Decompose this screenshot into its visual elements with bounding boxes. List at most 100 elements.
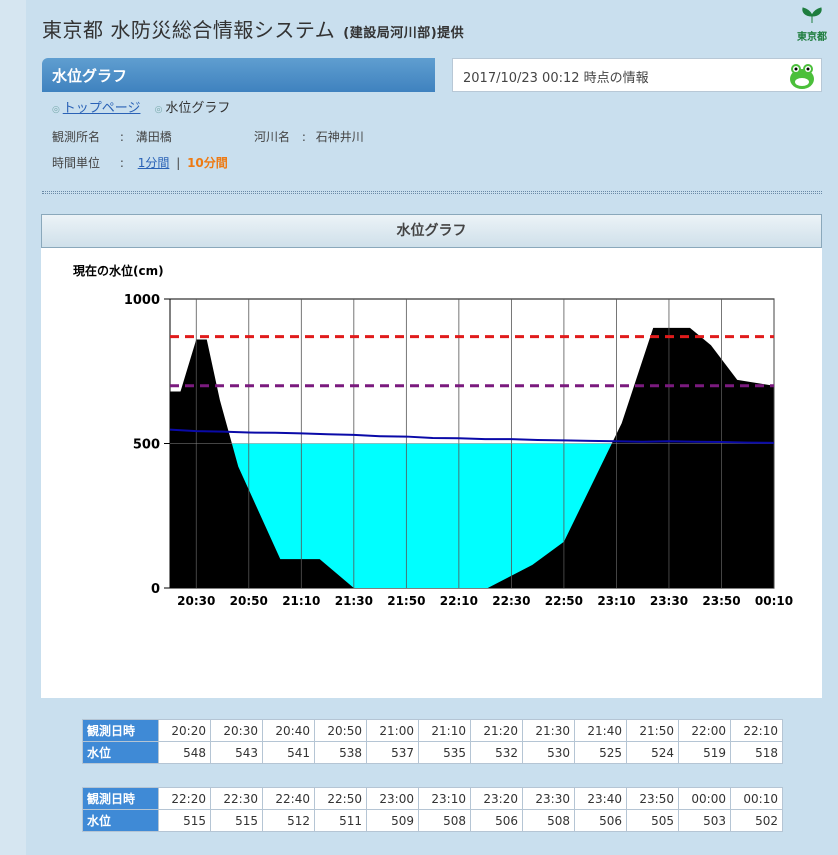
info-timestamp: 2017/10/23 00:12 時点の情報 bbox=[463, 71, 649, 86]
table-cell-level: 530 bbox=[522, 741, 575, 764]
table-cell-level: 515 bbox=[158, 809, 211, 832]
table-cell-level: 512 bbox=[262, 809, 315, 832]
table-cell-time: 22:50 bbox=[314, 787, 367, 810]
table-cell-level: 525 bbox=[574, 741, 627, 764]
table-cell-level: 515 bbox=[210, 809, 263, 832]
table-cell-level: 532 bbox=[470, 741, 523, 764]
table-cell-level: 541 bbox=[262, 741, 315, 764]
table-header-time: 観測日時 bbox=[82, 787, 159, 810]
unit-1min-link[interactable]: 1分間 bbox=[138, 156, 170, 170]
data-table-2: 観測日時 22:20 22:30 22:40 22:50 23:00 23:10 23:20… bbox=[82, 787, 783, 832]
page-title: 水位グラフ bbox=[52, 67, 128, 85]
table-cell-time: 23:20 bbox=[470, 787, 523, 810]
table-cell-time: 23:00 bbox=[366, 787, 419, 810]
table-cell-level: 548 bbox=[158, 741, 211, 764]
table-cell-level: 509 bbox=[366, 809, 419, 832]
section-divider bbox=[42, 191, 822, 194]
station-name-value: 溝田橋 bbox=[135, 130, 172, 144]
table-cell-time: 00:00 bbox=[678, 787, 731, 810]
table-row-levels: 水位 515 515 512 511 509 508 506 508 506 505 503 502 bbox=[82, 809, 783, 832]
table-cell-level: 518 bbox=[730, 741, 783, 764]
data-table-1: 観測日時 20:20 20:30 20:40 20:50 21:00 21:10 21:20… bbox=[82, 719, 783, 764]
x-tick-label: 21:10 bbox=[282, 594, 320, 608]
table-cell-time: 22:20 bbox=[158, 787, 211, 810]
table-cell-time: 21:50 bbox=[626, 719, 679, 742]
table-cell-level: 503 bbox=[678, 809, 731, 832]
x-tick-label: 22:30 bbox=[492, 594, 530, 608]
table-cell-time: 21:40 bbox=[574, 719, 627, 742]
table-header-level: 水位 bbox=[82, 741, 159, 764]
table-cell-time: 20:30 bbox=[210, 719, 263, 742]
table-cell-level: 538 bbox=[314, 741, 367, 764]
station-name-colon: : bbox=[119, 130, 124, 144]
x-tick-label: 21:30 bbox=[335, 594, 373, 608]
table-cell-time: 22:10 bbox=[730, 719, 783, 742]
x-tick-label: 20:50 bbox=[230, 594, 268, 608]
breadcrumb-item-top[interactable]: トップページ bbox=[52, 101, 140, 116]
y-tick-label: 0 bbox=[151, 582, 160, 597]
x-tick-label: 00:10 bbox=[755, 594, 793, 608]
table-cell-time: 21:00 bbox=[366, 719, 419, 742]
table-row-times: 観測日時 22:20 22:30 22:40 22:50 23:00 23:10 23:20… bbox=[82, 787, 783, 810]
logo-name: 東京都 bbox=[797, 32, 827, 43]
table-cell-time: 20:20 bbox=[158, 719, 211, 742]
provider-text: (建設局河川部)提供 bbox=[343, 26, 465, 41]
table-cell-level: 502 bbox=[730, 809, 783, 832]
table-cell-level: 543 bbox=[210, 741, 263, 764]
unit-10min-selected: 10分間 bbox=[187, 156, 228, 170]
table-cell-time: 23:30 bbox=[522, 787, 575, 810]
time-unit-row: 時間単位 : 1分間 | 10分間 bbox=[52, 154, 228, 171]
table-cell-time: 23:40 bbox=[574, 787, 627, 810]
table-cell-time: 20:50 bbox=[314, 719, 367, 742]
page-title-band: 水位グラフ bbox=[42, 58, 435, 92]
time-unit-label: 時間単位 bbox=[52, 156, 101, 170]
table-cell-level: 524 bbox=[626, 741, 679, 764]
river-name-row: 河川名 : 石神井川 bbox=[254, 128, 364, 145]
y-tick-label: 500 bbox=[133, 438, 160, 453]
table-cell-level: 506 bbox=[470, 809, 523, 832]
table-cell-time: 20:40 bbox=[262, 719, 315, 742]
table-cell-time: 22:40 bbox=[262, 787, 315, 810]
table-cell-level: 537 bbox=[366, 741, 419, 764]
site-title-text: 東京都 水防災総合情報システム bbox=[42, 18, 336, 42]
table-cell-time: 22:00 bbox=[678, 719, 731, 742]
x-tick-label: 20:30 bbox=[177, 594, 215, 608]
table-cell-level: 508 bbox=[418, 809, 471, 832]
table-cell-level: 535 bbox=[418, 741, 471, 764]
graph-panel: 水位グラフ 0 500 1000 20:30 20:50 21:10 21:30 21:50 2… bbox=[41, 214, 822, 698]
table-cell-time: 22:30 bbox=[210, 787, 263, 810]
breadcrumb-link-top[interactable]: トップページ bbox=[63, 101, 141, 116]
breadcrumb: トップページ 水位グラフ bbox=[52, 97, 240, 116]
water-level-chart: 0 500 1000 20:30 20:50 21:10 21:30 21:50 22:10 22… bbox=[73, 263, 793, 608]
x-tick-label: 21:50 bbox=[387, 594, 425, 608]
time-unit-colon: : bbox=[119, 156, 124, 170]
ginkgo-leaf-icon bbox=[802, 7, 822, 23]
frog-mascot-icon bbox=[790, 64, 814, 89]
table-cell-level: 511 bbox=[314, 809, 367, 832]
table-header-level: 水位 bbox=[82, 809, 159, 832]
x-tick-label: 23:30 bbox=[650, 594, 688, 608]
table-cell-time: 21:30 bbox=[522, 719, 575, 742]
table-cell-level: 506 bbox=[574, 809, 627, 832]
table-cell-time: 21:10 bbox=[418, 719, 471, 742]
y-axis-label: 現在の水位(cm) bbox=[73, 263, 164, 278]
site-header: 東京都 水防災総合情報システム (建設局河川部)提供 東京都 bbox=[26, 0, 838, 50]
tokyo-logo[interactable]: 東京都 bbox=[794, 6, 830, 43]
table-row-times: 観測日時 20:20 20:30 20:40 20:50 21:00 21:10 21:20… bbox=[82, 719, 783, 742]
station-name-label: 観測所名 bbox=[52, 130, 101, 144]
station-name-row: 観測所名 : 溝田橋 bbox=[52, 128, 172, 145]
table-cell-level: 505 bbox=[626, 809, 679, 832]
table-row-levels: 水位 548 543 541 538 537 535 532 530 525 524 519 518 bbox=[82, 741, 783, 764]
table-cell-level: 508 bbox=[522, 809, 575, 832]
river-name-colon: : bbox=[301, 130, 306, 144]
site-title: 東京都 水防災総合情報システム (建設局河川部)提供 bbox=[42, 14, 464, 43]
x-tick-label: 22:10 bbox=[440, 594, 478, 608]
river-name-value: 石神井川 bbox=[315, 130, 364, 144]
table-cell-time: 00:10 bbox=[730, 787, 783, 810]
info-box: 2017/10/23 00:12 時点の情報 bbox=[452, 58, 822, 92]
river-name-label: 河川名 bbox=[254, 130, 291, 144]
unit-separator: | bbox=[176, 156, 181, 170]
table-cell-time: 23:50 bbox=[626, 787, 679, 810]
x-tick-label: 23:50 bbox=[702, 594, 740, 608]
x-tick-label: 23:10 bbox=[597, 594, 635, 608]
